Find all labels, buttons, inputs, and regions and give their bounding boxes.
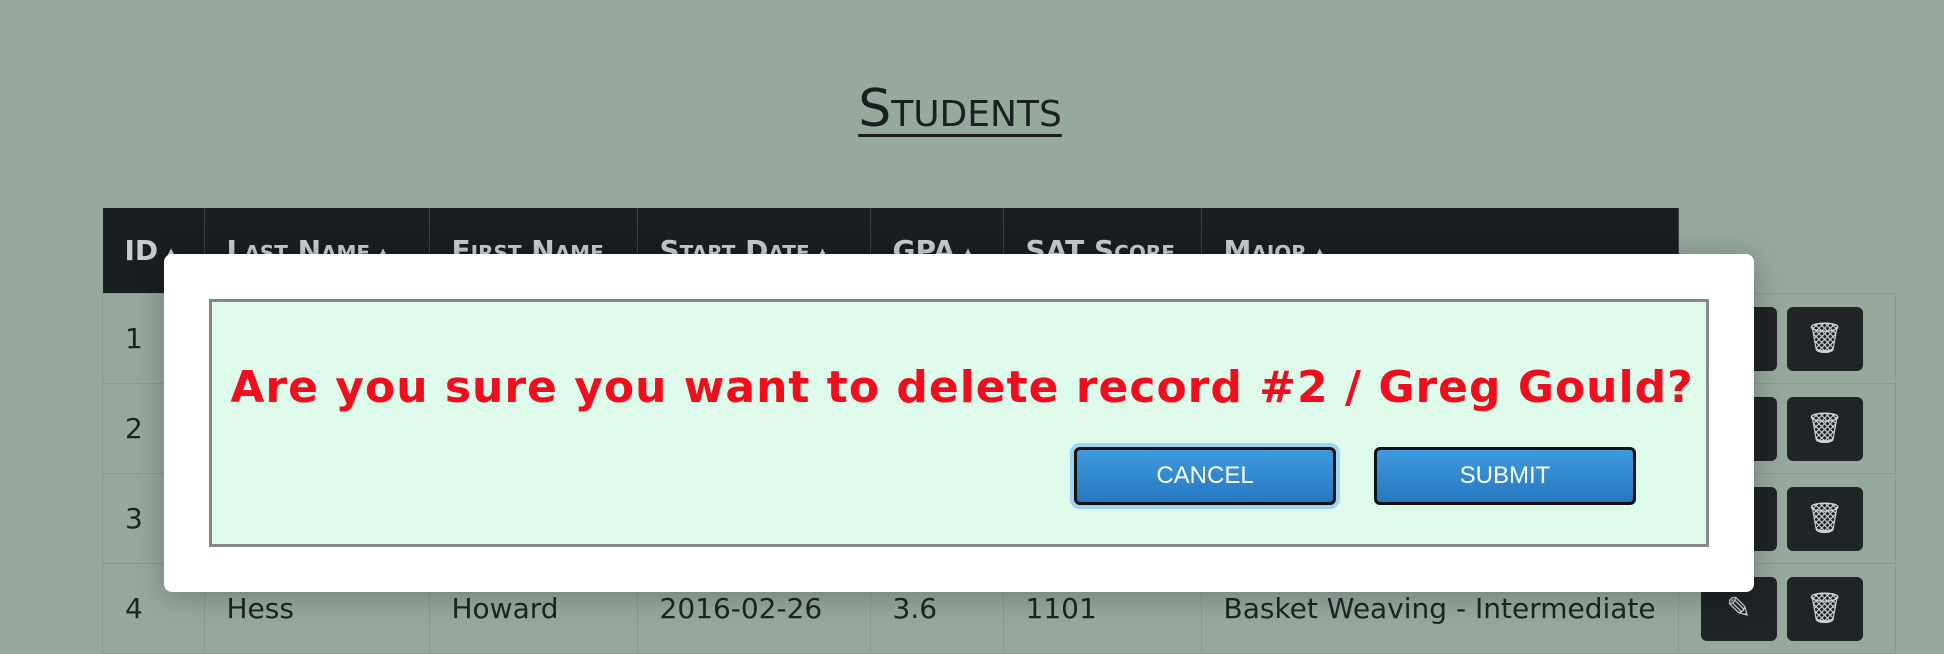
page-title: Students (858, 79, 1062, 139)
submit-button[interactable]: SUBMIT (1374, 447, 1636, 505)
delete-button[interactable]: 🗑 (1786, 486, 1863, 551)
delete-button[interactable]: 🗑 (1786, 576, 1863, 641)
dialog-panel: Are you sure you want to delete record #… (209, 299, 1709, 547)
pencil-icon: ✎ (1726, 590, 1752, 626)
trash-icon: 🗑 (1805, 500, 1844, 536)
col-header-label: ID (124, 234, 159, 267)
cancel-button[interactable]: CANCEL (1074, 447, 1336, 505)
delete-confirm-dialog: Are you sure you want to delete record #… (164, 254, 1754, 592)
trash-icon: 🗑 (1805, 590, 1844, 626)
trash-icon: 🗑 (1805, 410, 1844, 446)
trash-icon: 🗑 (1805, 320, 1844, 356)
delete-button[interactable]: 🗑 (1786, 306, 1863, 371)
confirm-message: Are you sure you want to delete record #… (230, 362, 1694, 413)
delete-button[interactable]: 🗑 (1786, 396, 1863, 461)
